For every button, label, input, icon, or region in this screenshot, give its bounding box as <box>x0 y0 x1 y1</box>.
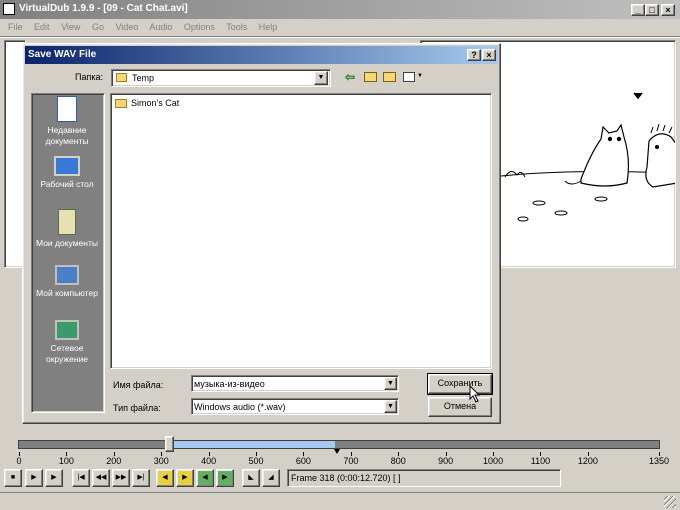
app-icon <box>3 3 15 15</box>
timeline-track[interactable] <box>18 440 660 449</box>
frame-status: Frame 318 (0:00:12.720) [ ] <box>287 469 561 487</box>
network-icon <box>55 320 79 340</box>
place-my-documents-label: Мои документы <box>36 238 98 248</box>
desktop-icon <box>54 156 80 176</box>
folder-icon <box>115 99 127 108</box>
menu-edit[interactable]: Edit <box>34 22 50 32</box>
my-computer-icon <box>55 265 79 285</box>
minimize-button[interactable]: _ <box>631 4 645 16</box>
menu-options[interactable]: Options <box>184 22 215 32</box>
filetype-value: Windows audio (*.wav) <box>194 402 286 412</box>
play-output-button[interactable]: ▶ <box>45 469 63 487</box>
dialog-help-button[interactable]: ? <box>467 49 481 61</box>
cancel-button[interactable]: Отмена <box>428 397 492 417</box>
chevron-down-icon[interactable]: ▼ <box>384 377 397 390</box>
menu-view[interactable]: View <box>61 22 80 32</box>
back-button[interactable]: ◀◀ <box>92 469 110 487</box>
timeline-tick-label: 900 <box>438 456 454 466</box>
timeline-tick-label: 100 <box>58 456 74 466</box>
menu-audio[interactable]: Audio <box>149 22 172 32</box>
menu-video[interactable]: Video <box>115 22 138 32</box>
maximize-button[interactable]: □ <box>645 4 659 16</box>
menu-separator <box>0 36 680 38</box>
new-folder-icon[interactable] <box>383 72 396 82</box>
close-button[interactable]: × <box>661 4 675 16</box>
filetype-select[interactable]: Windows audio (*.wav) ▼ <box>191 398 399 415</box>
place-recent-label: Недавние документы <box>45 125 89 146</box>
up-folder-icon[interactable] <box>364 72 377 82</box>
size-grip[interactable] <box>664 496 676 508</box>
menu-bar: File Edit View Go Video Audio Options To… <box>8 22 286 32</box>
dialog-close-button[interactable]: × <box>482 49 496 61</box>
menu-file[interactable]: File <box>8 22 23 32</box>
timeline-tick-label: 1000 <box>483 456 504 466</box>
file-list[interactable]: Simon's Cat <box>110 93 492 369</box>
timeline-tick-label: 300 <box>153 456 169 466</box>
prev-key-button[interactable]: ◀ <box>156 469 174 487</box>
filename-field[interactable]: музыка-из-видео ▼ <box>191 375 399 392</box>
folder-combo[interactable]: Temp ▼ <box>111 69 331 87</box>
timeline-tick-label: 0 <box>16 456 22 466</box>
main-title: VirtualDub 1.9.9 - [09 - Cat Chat.avi] <box>19 3 188 14</box>
timeline-tick-label: 800 <box>390 456 406 466</box>
place-desktop-label: Рабочий стол <box>40 179 94 189</box>
save-button[interactable]: Сохранить <box>427 373 493 395</box>
menu-help[interactable]: Help <box>259 22 278 32</box>
prev-scene-button[interactable]: ◀ <box>196 469 214 487</box>
save-dialog: Save WAV File ? × Папка: Temp ▼ ⇦ ▼ Неда… <box>22 43 501 424</box>
folder-label: Папка: <box>75 72 103 82</box>
chevron-down-icon[interactable]: ▼ <box>384 400 397 413</box>
menu-go[interactable]: Go <box>92 22 104 32</box>
timeline-tick-label: 1200 <box>577 456 598 466</box>
place-network-label: Сетевое окружение <box>45 343 88 364</box>
filename-value: музыка-из-видео <box>194 379 265 389</box>
chevron-down-icon[interactable]: ▼ <box>314 71 328 85</box>
view-menu-icon[interactable] <box>403 72 415 82</box>
stop-button[interactable]: ■ <box>4 469 22 487</box>
place-network[interactable]: Сетевое окружение <box>35 320 99 365</box>
next-key-button[interactable]: ▶ <box>176 469 194 487</box>
folder-value: Temp <box>132 73 155 83</box>
next-scene-button[interactable]: ▶ <box>216 469 234 487</box>
recent-documents-icon <box>57 96 77 122</box>
main-titlebar: VirtualDub 1.9.9 - [09 - Cat Chat.avi] _… <box>0 0 680 19</box>
start-button[interactable]: |◀ <box>72 469 90 487</box>
mark-in-button[interactable]: ◣ <box>242 469 260 487</box>
frame-status-text: Frame 318 (0:00:12.720) [ ] <box>291 473 401 483</box>
filetype-label: Тип файла: <box>113 403 161 413</box>
timeline-tick-label: 400 <box>201 456 217 466</box>
menu-tools[interactable]: Tools <box>226 22 247 32</box>
forward-button[interactable]: ▶▶ <box>112 469 130 487</box>
mouse-cursor-icon <box>469 385 481 403</box>
timeline-thumb[interactable] <box>165 436 174 452</box>
timeline-tick-label: 1350 <box>648 456 670 466</box>
timeline-tick-label: 700 <box>343 456 359 466</box>
timeline-tick-label: 200 <box>106 456 122 466</box>
timeline-tick-label: 600 <box>295 456 311 466</box>
place-recent[interactable]: Недавние документы <box>35 96 99 147</box>
timeline-tick-label: 1100 <box>530 456 551 466</box>
mark-out-button[interactable]: ◢ <box>262 469 280 487</box>
play-input-button[interactable]: ▶ <box>25 469 43 487</box>
timeline-selection <box>171 441 335 448</box>
filename-label: Имя файла: <box>113 380 164 390</box>
back-icon[interactable]: ⇦ <box>345 70 355 84</box>
dialog-titlebar: Save WAV File ? × <box>25 46 498 64</box>
dialog-title: Save WAV File <box>28 49 97 60</box>
end-button[interactable]: ▶| <box>132 469 150 487</box>
status-bar <box>0 492 680 510</box>
my-documents-icon <box>58 209 76 235</box>
place-desktop[interactable]: Рабочий стол <box>35 156 99 190</box>
file-name: Simon's Cat <box>131 98 180 108</box>
place-my-documents[interactable]: Мои документы <box>35 209 99 249</box>
folder-icon <box>116 73 127 82</box>
place-my-computer-label: Мой компьютер <box>36 288 98 298</box>
selection-end-marker[interactable] <box>334 449 340 454</box>
timeline-tick-label: 500 <box>248 456 264 466</box>
place-my-computer[interactable]: Мой компьютер <box>35 265 99 299</box>
view-menu-chevron-icon[interactable]: ▼ <box>417 73 423 79</box>
